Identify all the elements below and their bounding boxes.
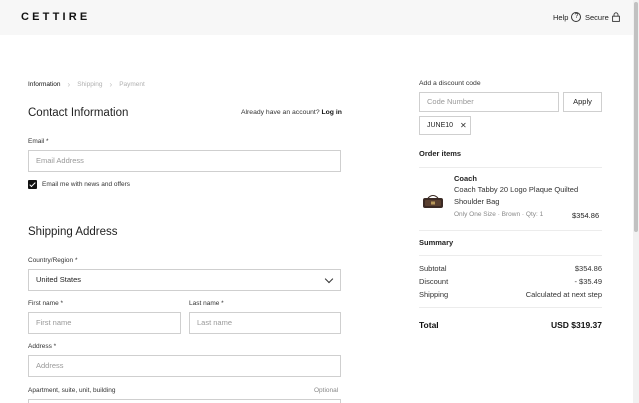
secure-indicator: Secure [585,12,620,22]
account-prompt-text: Already have an account? [241,109,320,116]
top-header: CETTIRE Help ? Secure [0,0,633,35]
subtotal-value: $354.86 [574,264,602,273]
breadcrumb-information[interactable]: Information [28,81,61,88]
last-name-label: Last name * [189,300,224,307]
divider [419,255,602,256]
address-label: Address * [28,343,57,350]
order-items-title: Order items [419,149,462,158]
help-link[interactable]: Help ? [553,12,582,22]
country-label: Country/Region * [28,257,78,264]
newsletter-checkbox[interactable] [28,180,37,189]
checkout-breadcrumb: Information › Shipping › Payment [28,80,145,89]
secure-label: Secure [585,12,609,22]
product-image [423,195,443,208]
discount-row: Discount - $35.49 [419,277,602,286]
newsletter-label: Email me with news and offers [42,181,131,188]
breadcrumb-payment: Payment [119,81,145,88]
product-name: Coach Tabby 20 Logo Plaque Quilted Shoul… [454,185,579,206]
address-field[interactable]: Address [28,355,341,377]
total-row: Total USD $319.37 [419,320,602,330]
applied-code-text: JUNE10 [427,122,454,129]
subtotal-row: Subtotal $354.86 [419,264,602,273]
shipping-address-title: Shipping Address [28,226,118,238]
first-name-field[interactable]: First name [28,312,181,334]
first-name-label: First name * [28,300,64,307]
remove-code-icon[interactable]: ✕ [460,117,467,134]
account-prompt: Already have an account? Log in [241,109,342,116]
lock-icon [611,12,620,22]
discount-row-label: Discount [419,277,449,286]
login-link[interactable]: Log in [322,109,342,116]
apartment-field[interactable] [28,399,341,403]
total-value: USD $319.37 [550,320,602,330]
breadcrumb-shipping: Shipping [77,81,103,88]
product-variant: Only One Size · Brown · Qty: 1 [454,211,544,218]
divider [419,307,602,308]
question-circle-icon: ? [571,12,582,22]
subtotal-label: Subtotal [419,264,447,273]
divider [419,230,602,231]
last-name-field[interactable]: Last name [189,312,341,334]
apply-discount-button[interactable]: Apply [563,92,602,112]
help-label: Help [553,12,569,22]
product-price: $354.86 [572,211,600,220]
apartment-label: Apartment, suite, unit, building [28,387,116,394]
divider [419,167,602,168]
scrollbar-thumb[interactable] [634,2,638,232]
applied-discount-tag: JUNE10 ✕ [419,116,471,135]
country-value: United States [36,275,82,284]
email-label: Email * [28,138,49,145]
chevron-right-icon: › [109,80,113,89]
apartment-optional-hint: Optional [314,387,339,394]
discount-row-value: - $35.49 [574,277,602,286]
shipping-row-value: Calculated at next step [525,290,602,299]
shipping-row: Shipping Calculated at next step [419,290,602,299]
total-label: Total [419,320,439,330]
discount-code-input[interactable]: Code Number [419,92,559,112]
product-brand: Coach [454,174,477,183]
page-scrollbar[interactable] [633,0,639,403]
email-field[interactable]: Email Address [28,150,341,172]
chevron-right-icon: › [67,80,71,89]
country-select[interactable]: United States [28,269,341,291]
discount-label: Add a discount code [419,80,481,87]
shipping-row-label: Shipping [419,290,449,299]
contact-information-title: Contact Information [28,107,129,119]
summary-title: Summary [419,238,454,247]
cettire-logo[interactable]: CETTIRE [21,11,90,23]
chevron-down-icon [324,274,334,284]
